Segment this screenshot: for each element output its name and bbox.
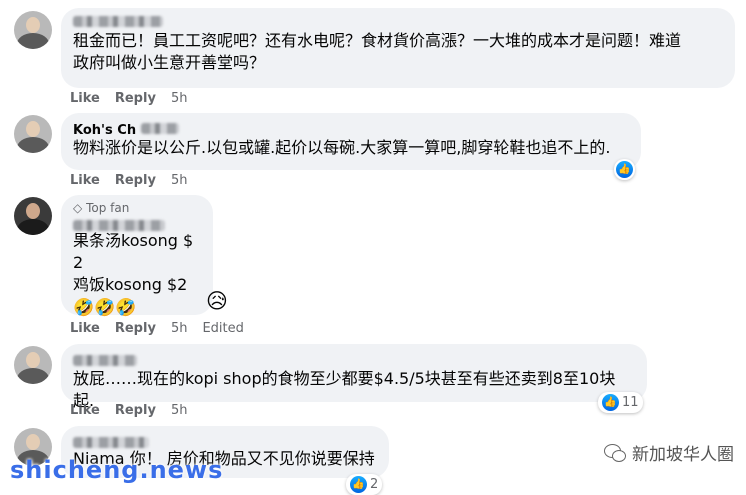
avatar-face (26, 203, 40, 219)
author-name[interactable]: Koh's Ch (73, 119, 629, 138)
reply-link[interactable]: Reply (115, 321, 156, 336)
avatar[interactable] (14, 11, 52, 49)
reaction-badge[interactable]: 👍 11 (598, 392, 643, 413)
avatar[interactable] (14, 115, 52, 153)
avatar-face (26, 121, 40, 137)
comment-bubble: 租金而已！員工工资呢吧？还有水电呢？食材貨价高漲？一大堆的成本才是问题！难道 政… (61, 8, 735, 88)
comment-bubble: ◇ Top fan 果条汤kosong $ 2 鸡饭kosong $2 🤣🤣🤣 (61, 195, 213, 318)
reply-link[interactable]: Reply (115, 91, 156, 106)
avatar-body (17, 137, 49, 153)
reaction-count: 11 (622, 395, 639, 410)
timestamp[interactable]: 5h (171, 91, 188, 106)
author-name-blurred[interactable] (73, 12, 723, 27)
like-link[interactable]: Like (70, 403, 100, 418)
comment-text: 租金而已！員工工资呢吧？还有水电呢？食材貨价高漲？一大堆的成本才是问题！难道 政… (73, 31, 682, 72)
sad-face-icon[interactable]: 😥 (206, 289, 228, 313)
comment-text: 物料涨价是以公斤.以包或罐.起价以每碗.大家算一算吧,脚穿轮鞋也追不上的. (73, 138, 611, 157)
like-icon: 👍 (602, 394, 619, 411)
reply-link[interactable]: Reply (115, 403, 156, 418)
reaction-count: 2 (370, 477, 379, 492)
comment-actions: Like Reply 5h (70, 403, 187, 418)
timestamp[interactable]: 5h (171, 173, 188, 188)
like-icon: 👍 (350, 476, 367, 493)
top-fan-label: Top fan (86, 201, 130, 215)
like-link[interactable]: Like (70, 321, 100, 336)
reply-link[interactable]: Reply (115, 173, 156, 188)
comment-actions: Like Reply 5h (70, 91, 187, 106)
diamond-icon: ◇ (73, 201, 83, 215)
avatar-face (26, 434, 40, 450)
like-link[interactable]: Like (70, 173, 100, 188)
edited-label: Edited (202, 321, 244, 336)
top-fan-badge[interactable]: ◇ Top fan (73, 201, 201, 215)
reaction-badge[interactable]: 👍 (614, 159, 635, 180)
avatar[interactable] (14, 346, 52, 384)
comment-text: 果条汤kosong $ 2 鸡饭kosong $2 (73, 231, 194, 294)
timestamp[interactable]: 5h (171, 321, 188, 336)
author-name-blurred[interactable] (73, 433, 377, 448)
avatar-body (17, 33, 49, 49)
watermark-account: 新加坡华人圈 (632, 445, 734, 465)
timestamp[interactable]: 5h (171, 403, 188, 418)
watermark-site: shicheng.news (10, 456, 224, 484)
comment-actions: Like Reply 5h Edited (70, 321, 244, 336)
avatar-body (17, 368, 49, 384)
avatar-face (26, 352, 40, 368)
like-icon: 👍 (616, 161, 633, 178)
laughing-emoji-row: 🤣🤣🤣 (73, 298, 137, 318)
reaction-badge[interactable]: 👍 2 (346, 474, 383, 495)
watermark-wechat: 新加坡华人圈 (604, 440, 734, 465)
avatar-face (26, 17, 40, 33)
comment-bubble: 放屁……现在的kopi shop的食物至少都要$4.5/5块甚至有些还卖到8至1… (61, 344, 647, 410)
author-name-partial[interactable]: Koh's Ch (73, 123, 136, 138)
comment-actions: Like Reply 5h (70, 173, 187, 188)
author-name-blurred[interactable] (73, 351, 635, 366)
like-link[interactable]: Like (70, 91, 100, 106)
wechat-icon (604, 443, 626, 462)
author-name-blurred[interactable] (73, 216, 201, 231)
comment-bubble: Koh's Ch 物料涨价是以公斤.以包或罐.起价以每碗.大家算一算吧,脚穿轮鞋… (61, 113, 641, 170)
avatar-body (17, 219, 49, 235)
avatar[interactable] (14, 197, 52, 235)
